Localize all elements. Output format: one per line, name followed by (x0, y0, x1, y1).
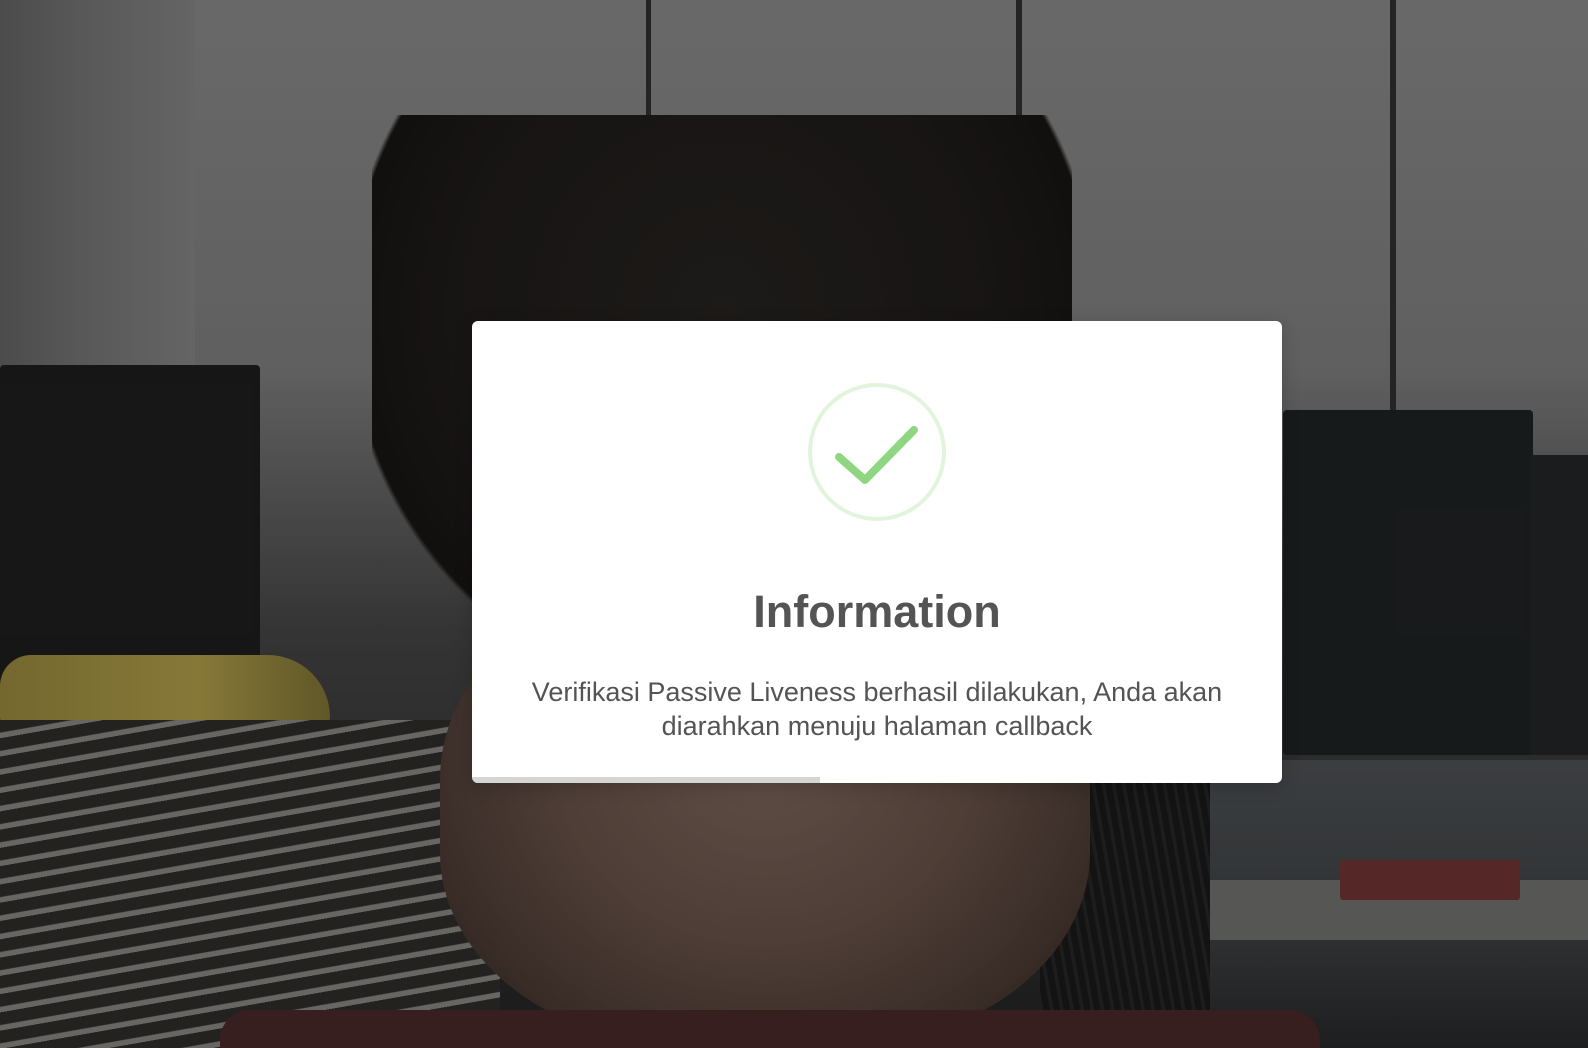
timer-progress-bar (472, 777, 821, 783)
timer-track (472, 777, 1282, 783)
dialog-message: Verifikasi Passive Liveness berhasil dil… (531, 677, 1223, 741)
liveness-page: Information Verifikasi Passive Liveness … (0, 0, 1588, 1048)
dialog-title: Information (753, 586, 1001, 637)
success-check-icon (808, 383, 946, 521)
information-dialog: Information Verifikasi Passive Liveness … (472, 321, 1282, 783)
